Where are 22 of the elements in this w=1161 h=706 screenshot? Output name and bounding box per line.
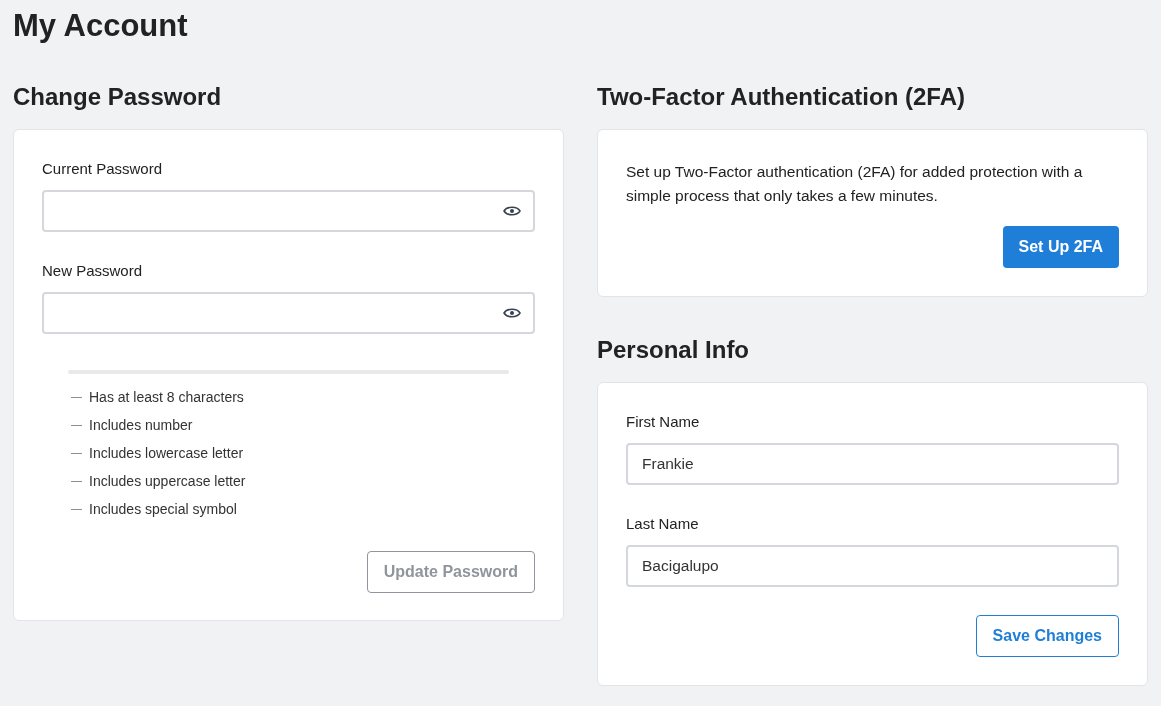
eye-icon[interactable]	[503, 307, 521, 319]
field-label: Last Name	[626, 515, 699, 533]
section-heading: Change Password	[13, 82, 222, 112]
requirement-text: Includes number	[89, 416, 193, 435]
field-label: First Name	[626, 413, 700, 431]
description-text: Set up Two-Factor authentication (2FA) for added protection with a simple process that only takes a few minutes.	[626, 162, 1084, 206]
section-heading: Personal Info	[597, 335, 750, 365]
eye-icon[interactable]	[503, 205, 521, 217]
text-field[interactable]: Bacigalupo	[626, 545, 1119, 587]
password-field[interactable]	[42, 190, 535, 232]
section-heading: Two-Factor Authentication (2FA)	[597, 82, 965, 112]
page-title: My Account	[12, 7, 189, 45]
requirement-text: Includes lowercase letter	[89, 444, 244, 463]
password-field[interactable]	[42, 292, 535, 334]
save-changes-button[interactable]: Save Changes	[975, 615, 1119, 657]
set-up-2fa-button[interactable]: Set Up 2FA	[1002, 226, 1119, 268]
requirement-text: Has at least 8 characters	[89, 388, 244, 407]
text-field[interactable]: Frankie	[626, 443, 1119, 485]
field-label: Current Password	[42, 160, 163, 178]
field-label: New Password	[42, 262, 143, 280]
requirement-text: Includes uppercase letter	[89, 472, 246, 491]
requirement-text: Includes special symbol	[89, 500, 237, 519]
